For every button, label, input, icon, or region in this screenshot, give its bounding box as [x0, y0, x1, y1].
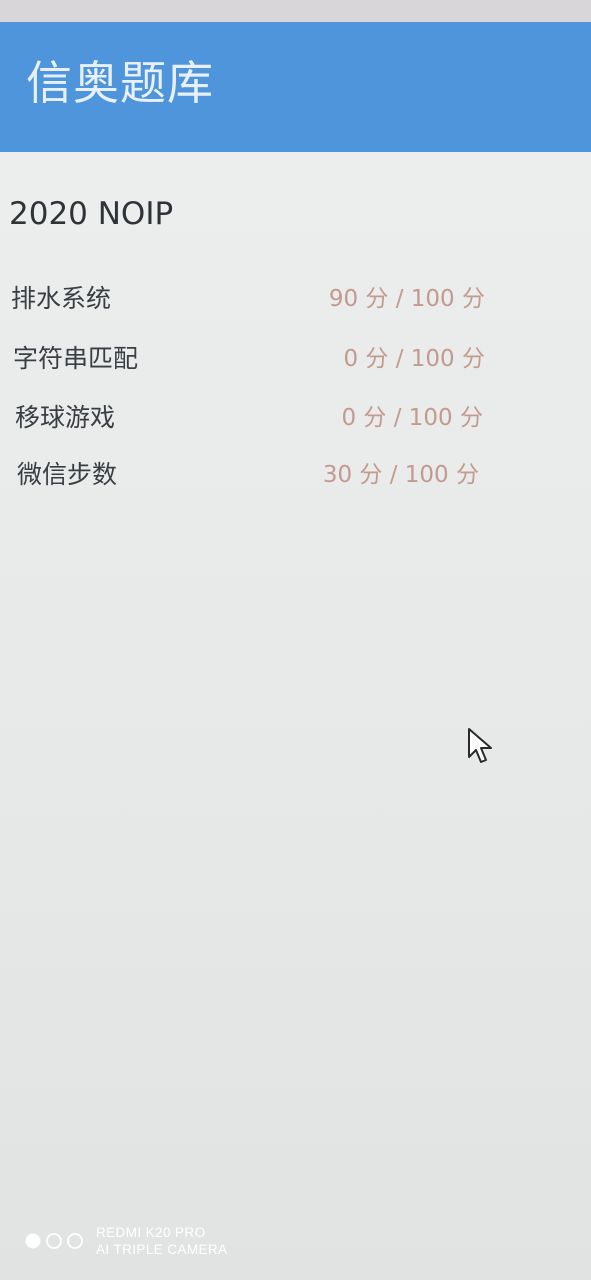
problem-name[interactable]: 字符串匹配	[13, 339, 138, 379]
problem-score: 90 分 / 100 分	[328, 286, 485, 312]
watermark-line1: REDMI K20 PRO	[96, 1225, 206, 1240]
camera-watermark: REDMI K20 PRO AI TRIPLE CAMERA	[24, 1224, 284, 1258]
watermark-line2: AI TRIPLE CAMERA	[96, 1242, 228, 1257]
problem-score: 0 分 / 100 分	[343, 346, 485, 372]
camera-logo-icon	[25, 1233, 83, 1249]
problem-row-wechat-steps[interactable]: 微信步数 30 分 / 100 分	[0, 455, 591, 495]
problem-score: 0 分 / 100 分	[341, 405, 483, 431]
mouse-cursor-icon	[468, 728, 492, 763]
problem-name[interactable]: 排水系统	[11, 279, 111, 319]
problem-name[interactable]: 移球游戏	[15, 398, 115, 438]
contest-title: 2020 NOIP	[9, 196, 174, 232]
problem-name[interactable]: 微信步数	[17, 455, 117, 495]
problem-row-paishui[interactable]: 排水系统 90 分 / 100 分	[0, 279, 591, 319]
watermark-text: REDMI K20 PRO AI TRIPLE CAMERA	[96, 1224, 227, 1258]
problem-list-panel: 2020 NOIP 排水系统 90 分 / 100 分 字符串匹配 0 分 / …	[0, 152, 591, 1280]
problem-score: 30 分 / 100 分	[322, 462, 479, 488]
problem-row-ball-game[interactable]: 移球游戏 0 分 / 100 分	[0, 398, 591, 438]
app-title: 信奥题库	[26, 56, 214, 110]
photo-border	[0, 0, 591, 22]
problem-row-string-match[interactable]: 字符串匹配 0 分 / 100 分	[0, 339, 591, 379]
app-header: 信奥题库	[0, 22, 591, 152]
